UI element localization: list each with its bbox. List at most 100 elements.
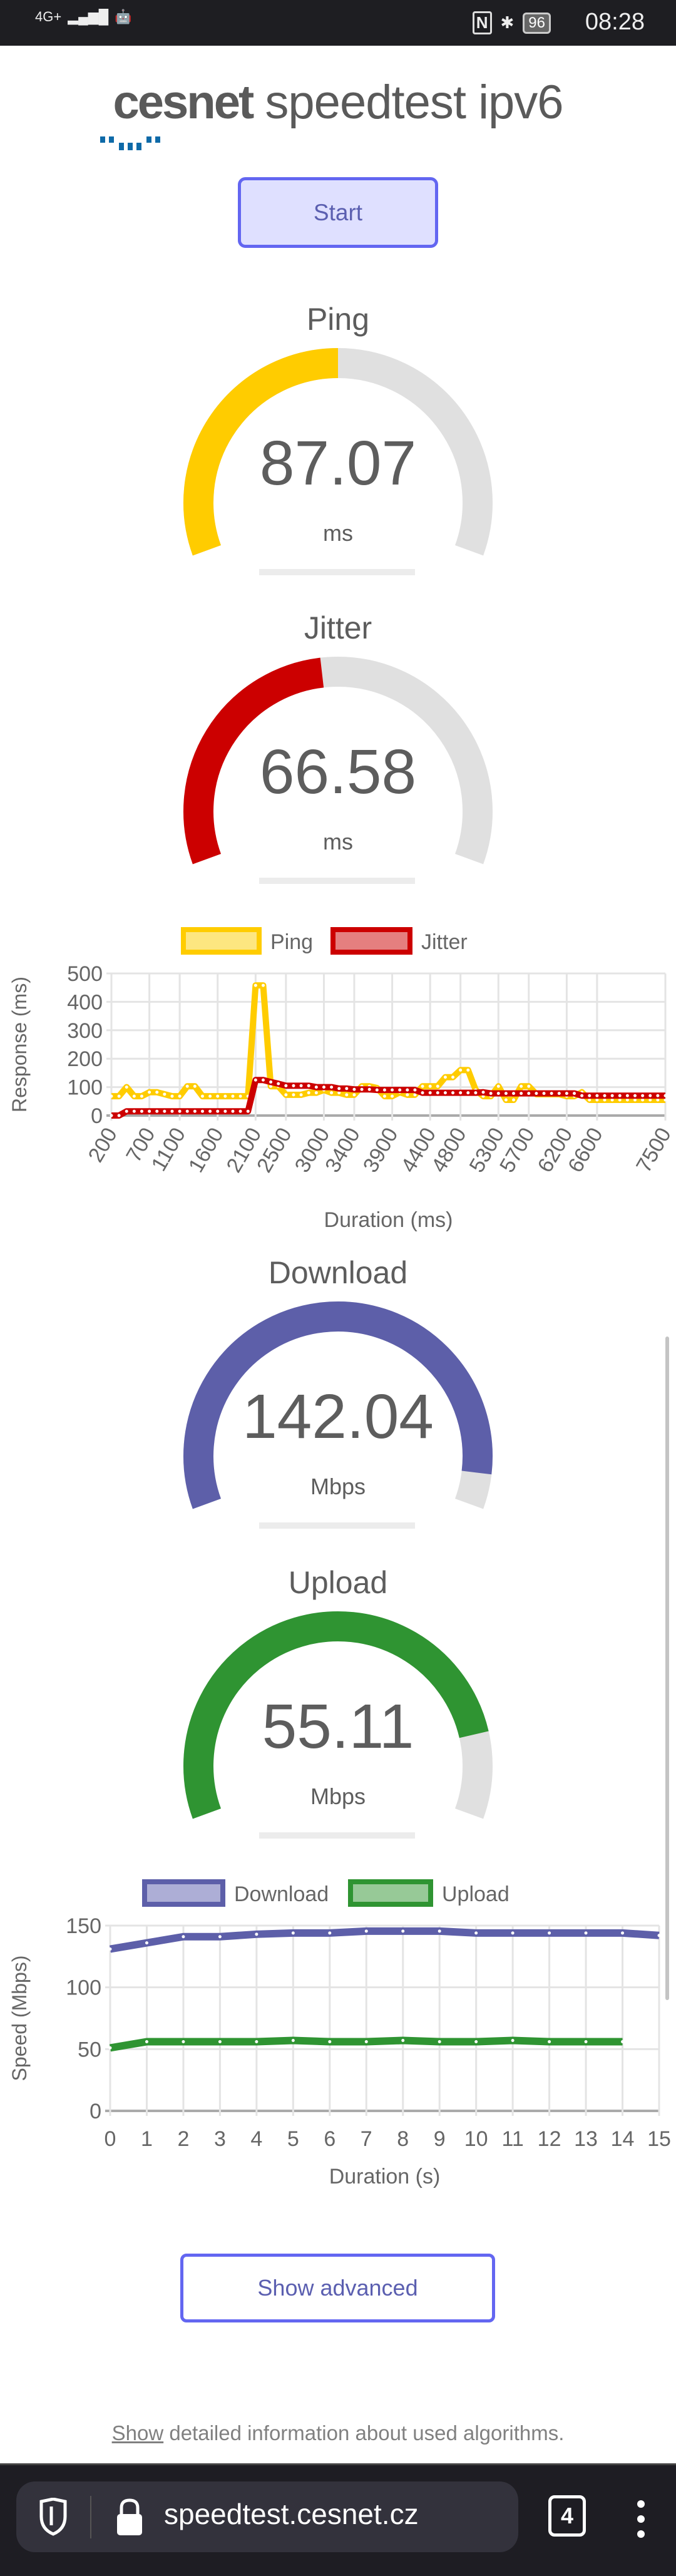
tab-count-button[interactable]: 4 [548,2495,586,2537]
legend-label-upload[interactable]: Upload [442,1882,510,1906]
x-tick-label: 4 [250,2127,262,2151]
data-point-jitter [155,1109,159,1113]
data-point-ping [633,1098,637,1102]
x-axis-title: Duration (s) [329,2165,441,2189]
data-point-ping [178,1094,182,1098]
data-point-jitter [466,1091,470,1095]
data-point-jitter [314,1085,318,1089]
x-tick-label: 13 [574,2127,598,2151]
data-point-download [182,1935,185,1939]
download-progress-bar [259,1522,415,1529]
legend-swatch-download[interactable] [142,1879,225,1907]
data-point-upload [474,2040,478,2043]
data-point-jitter [565,1092,568,1096]
lock-icon [117,2498,142,2535]
data-point-jitter [633,1094,637,1097]
ping-value: 87.07 [259,428,417,498]
data-point-jitter [573,1092,576,1096]
data-point-jitter [345,1087,349,1090]
data-point-ping [314,1091,318,1095]
data-point-jitter [474,1091,478,1095]
logo-brand: cesnet [113,76,254,129]
shield-icon[interactable] [38,2498,69,2537]
data-point-upload [621,2040,625,2043]
jitter-value: 66.58 [259,737,417,807]
data-point-download [474,1931,478,1935]
data-point-ping [163,1092,166,1096]
data-point-jitter [527,1092,531,1096]
data-point-jitter [284,1084,288,1087]
upload-progress-bar [259,1832,415,1839]
data-point-ping [459,1068,463,1072]
data-point-jitter [610,1094,614,1097]
show-advanced-button[interactable]: Show advanced [180,2254,495,2322]
data-point-ping [618,1098,622,1102]
nfc-icon: N [472,11,492,34]
bluetooth-icon: ✱ [500,13,515,32]
data-point-jitter [292,1084,295,1087]
data-point-jitter [360,1087,364,1091]
x-tick-label: 8 [397,2127,409,2151]
page-scrollbar[interactable] [665,1337,669,2000]
show-details-link[interactable]: Show [112,2421,164,2445]
data-point-ping [140,1094,143,1098]
x-tick-label: 0 [105,2127,116,2151]
data-point-ping [299,1093,303,1097]
data-point-ping [330,1091,334,1095]
legend-label-ping[interactable]: Ping [270,930,313,954]
data-point-jitter [140,1109,143,1113]
data-point-jitter [580,1094,584,1097]
data-point-jitter [557,1092,561,1096]
logo-text: speedtest ipv6 [265,76,563,129]
series-line-download [110,1927,660,1953]
legend-swatch-jitter[interactable] [330,927,412,955]
y-axis-title: Response (ms) [8,977,31,1112]
y-tick-label: 500 [67,962,103,986]
data-point-download [548,1931,551,1935]
data-point-upload [291,2039,295,2043]
network-indicator: 4G+ [35,9,62,24]
speed-chart: Download Upload0501001500 1 2 3 4 5 6 7 8 9 10 11 12 1… [8,1879,671,2189]
data-point-download [291,1931,295,1935]
url-text[interactable]: speedtest.cesnet.cz [164,2497,419,2531]
data-point-ping [110,1094,113,1098]
jitter-title: Jitter [304,610,372,645]
data-point-ping [466,1068,470,1072]
data-point-ping [208,1094,212,1098]
footer-info: Show detailed information about used alg… [0,2421,676,2445]
data-point-ping [421,1084,424,1088]
legend-swatch-upload[interactable] [348,1879,433,1907]
clock: 08:28 [585,9,645,35]
x-axis-title: Duration (ms) [324,1208,453,1232]
x-tick-label: 1600 [184,1124,228,1177]
y-tick-label: 0 [90,2100,101,2123]
legend-swatch-ping[interactable] [181,927,262,955]
start-button[interactable]: Start [238,177,438,248]
data-point-jitter [261,1078,265,1082]
y-tick-label: 100 [66,1976,101,2000]
data-point-jitter [299,1084,303,1087]
data-point-jitter [193,1109,197,1113]
data-point-upload [584,2040,588,2043]
data-point-ping [193,1084,197,1088]
data-point-ping [307,1091,310,1095]
ping-title: Ping [306,302,370,337]
legend-label-jitter[interactable]: Jitter [421,930,468,954]
data-point-jitter [375,1088,379,1092]
data-point-ping [125,1085,128,1089]
more-menu-icon[interactable] [632,2498,650,2542]
data-point-upload [364,2040,368,2043]
data-point-ping [443,1075,447,1079]
data-point-jitter [512,1092,516,1096]
data-point-jitter [656,1094,660,1097]
footer-text: detailed information about used algorith… [163,2421,565,2445]
download-title: Download [268,1255,408,1290]
data-point-jitter [178,1109,182,1113]
data-point-ping [132,1094,136,1098]
download-unit: Mbps [310,1474,366,1499]
legend-label-download[interactable]: Download [234,1882,329,1906]
y-tick-label: 300 [67,1019,103,1043]
logo-dots-icon [100,136,160,150]
data-point-jitter [443,1091,447,1095]
data-point-download [255,1932,259,1936]
